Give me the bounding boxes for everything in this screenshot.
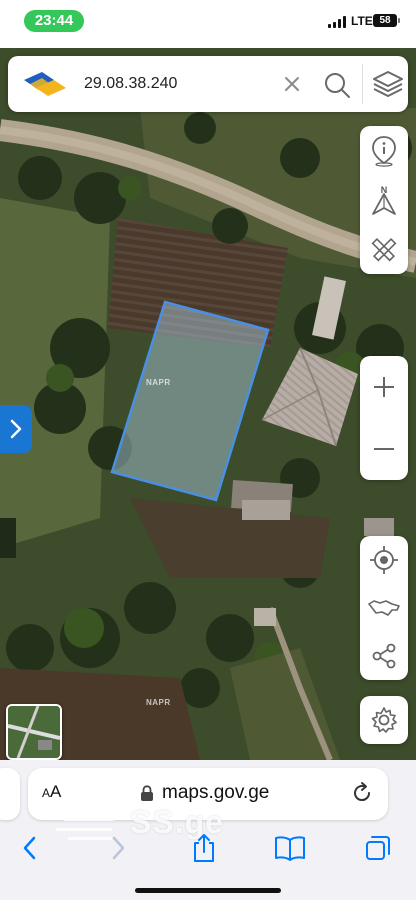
georgia-map-icon[interactable] [360,584,408,632]
map-watermark: NAPR [146,698,171,707]
zoom-panel [360,356,408,480]
network-type: LTE [351,14,373,28]
satellite-map[interactable] [0,48,416,760]
layers-icon[interactable] [368,66,408,102]
napr-logo [20,70,68,98]
close-icon[interactable] [278,70,306,98]
zoom-out-icon[interactable] [360,418,408,480]
search-input[interactable] [84,70,274,98]
home-indicator[interactable] [135,888,281,893]
map-tools-panel: N [360,126,408,274]
search-bar [8,56,408,112]
compass-icon[interactable]: N [360,175,408,224]
status-bar: 23:44 LTE 58 [0,0,416,48]
info-pin-icon[interactable] [360,126,408,175]
share-icon[interactable] [360,632,408,680]
settings-panel [360,696,408,744]
ss-watermark-lines [56,796,124,840]
previous-tab-card[interactable] [0,768,20,820]
url-text: maps.gov.ge [162,782,270,803]
gear-icon[interactable] [360,696,408,744]
browser-bottom-bar: AA maps.gov.ge SS.ge [0,760,416,900]
search-divider [362,64,363,104]
back-icon[interactable] [10,830,50,866]
navigation-panel [360,536,408,680]
reload-icon[interactable] [350,781,374,810]
battery-icon: 58 [373,14,400,27]
search-icon[interactable] [320,68,354,102]
ruler-pencil-icon[interactable] [360,224,408,273]
basemap-thumbnail[interactable] [6,704,62,760]
zoom-in-icon[interactable] [360,356,408,418]
ss-watermark: SS.ge [130,804,224,840]
locate-icon[interactable] [360,536,408,584]
map-watermark: NAPR [146,378,171,387]
signal-icon [328,16,348,28]
bookmarks-icon[interactable] [270,830,310,866]
tabs-icon[interactable] [358,830,398,866]
chevron-right-icon[interactable] [0,405,32,453]
status-time[interactable]: 23:44 [24,10,84,32]
